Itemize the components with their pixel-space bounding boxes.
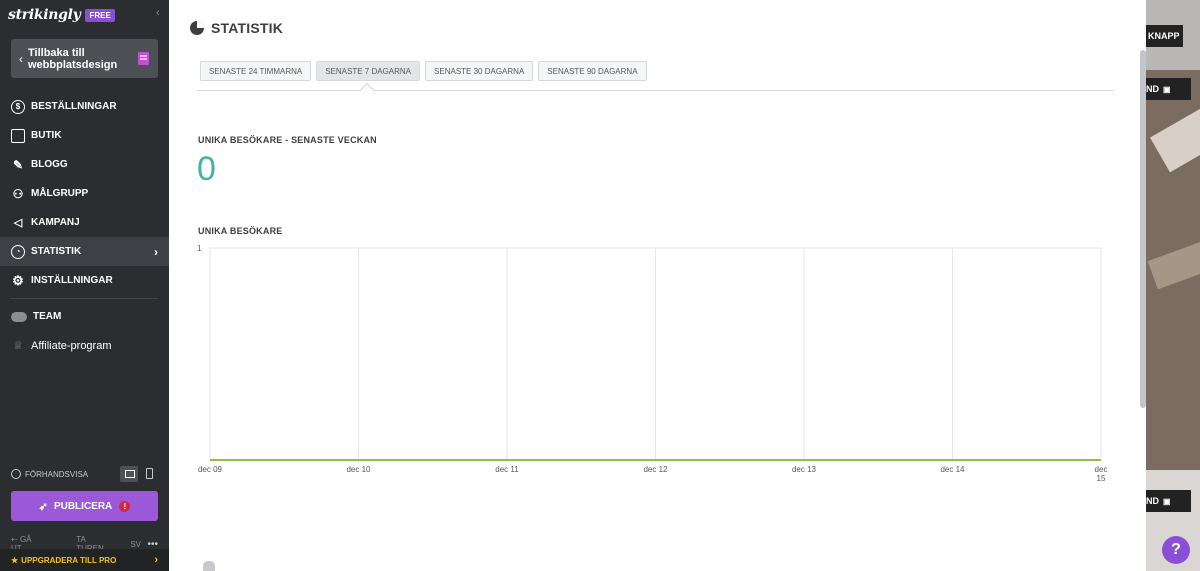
sidebar-item-affiliate[interactable]: ♕ Affiliate-program xyxy=(0,331,169,360)
upgrade-label: UPPGRADERA TILL PRO xyxy=(21,555,117,565)
tab-last-7-days[interactable]: SENASTE 7 DAGARNA xyxy=(316,61,421,81)
publish-button[interactable]: ➶ PUBLICERA ! xyxy=(11,491,158,521)
pen-icon: ✎ xyxy=(12,157,24,172)
star-icon: ★ xyxy=(11,555,19,565)
tabs-divider xyxy=(197,90,1114,91)
warning-icon: ! xyxy=(119,500,131,512)
active-tab-caret xyxy=(359,82,375,98)
megaphone-icon: ◁ xyxy=(13,217,23,229)
image-icon: ▣ xyxy=(1163,84,1171,94)
x-tick-label: dec 11 xyxy=(495,465,519,474)
sidebar-item-label: TEAM xyxy=(33,311,62,322)
sidebar-item-store[interactable]: BUTIK xyxy=(0,121,169,150)
dollar-icon: $ xyxy=(11,99,25,114)
sidebar-item-audience[interactable]: ⚇ MÅLGRUPP xyxy=(0,179,169,208)
sidebar-item-team[interactable]: TEAM xyxy=(0,302,169,331)
sidebar-item-label: STATISTIK xyxy=(31,246,82,257)
pie-chart-icon: ◔ xyxy=(11,244,25,259)
editor-bg-image xyxy=(1150,107,1200,173)
rocket-icon: ➶ xyxy=(38,500,48,513)
editor-bg-image xyxy=(1147,240,1200,290)
site-editor-background: KNAPP ND ▣ ND ▣ xyxy=(1146,0,1200,571)
x-tick-label: dec 12 xyxy=(643,465,668,474)
chevron-right-icon: › xyxy=(154,244,158,259)
nav-divider xyxy=(11,298,158,299)
x-tick-label: dec 13 xyxy=(792,465,817,474)
tab-last-90-days[interactable]: SENASTE 90 DAGARNA xyxy=(538,61,647,81)
tab-last-24-hours[interactable]: SENASTE 24 TIMMARNA xyxy=(200,61,312,81)
chevron-left-icon: ‹ xyxy=(19,51,23,66)
sidebar-item-settings[interactable]: ⚙ INSTÄLLNINGAR xyxy=(0,266,169,295)
x-tick-label: dec 10 xyxy=(346,465,371,474)
chevron-right-icon: › xyxy=(154,554,158,566)
publish-label: PUBLICERA xyxy=(53,500,113,512)
editor-button-bot-label: ND xyxy=(1146,496,1159,506)
mobile-preview-icon[interactable] xyxy=(146,468,153,479)
y-tick-label: 1 xyxy=(197,244,202,253)
brand: strikingly FREE xyxy=(8,6,115,24)
pie-chart-icon xyxy=(190,21,204,35)
x-tick-label: dec 14 xyxy=(940,465,965,474)
store-icon xyxy=(11,128,25,143)
sidebar-item-statistics[interactable]: ◔ STATISTIK › xyxy=(0,237,169,266)
back-button-label: Tillbaka till webbplatsdesign xyxy=(28,46,118,71)
strikingly-logo[interactable]: strikingly xyxy=(8,7,81,23)
sidebar-nav: $ BESTÄLLNINGAR BUTIK ✎ BLOGG ⚇ MÅLGRUPP… xyxy=(0,92,169,360)
team-icon xyxy=(11,311,27,322)
sidebar: strikingly FREE ‹ ‹ Tillbaka till webbpl… xyxy=(0,0,169,571)
search-icon xyxy=(11,469,21,479)
audience-icon: ⚇ xyxy=(12,186,24,201)
statistics-panel: STATISTIK SENASTE 24 TIMMARNA SENASTE 7 … xyxy=(169,0,1146,571)
editor-button-top[interactable]: KNAPP xyxy=(1146,25,1183,47)
desktop-preview-icon[interactable] xyxy=(120,466,138,482)
unique-visitors-week-value: 0 xyxy=(197,150,216,188)
x-tick-label: dec 09 xyxy=(198,465,223,474)
gear-icon: ⚙ xyxy=(12,272,24,288)
page-title: STATISTIK xyxy=(190,20,283,36)
editor-button-bot[interactable]: ND ▣ xyxy=(1146,490,1191,512)
preview-row: FÖRHANDSVISA xyxy=(11,466,158,482)
sidebar-item-blog[interactable]: ✎ BLOGG xyxy=(0,150,169,179)
editor-button-mid[interactable]: ND ▣ xyxy=(1146,78,1191,100)
collapse-sidebar-icon[interactable]: ‹ xyxy=(156,7,166,19)
back-to-design-button[interactable]: ‹ Tillbaka till webbplatsdesign xyxy=(11,39,158,78)
sidebar-item-label: BESTÄLLNINGAR xyxy=(31,101,117,112)
language-link[interactable]: SV xyxy=(130,540,141,549)
sidebar-item-label: MÅLGRUPP xyxy=(31,188,89,199)
sidebar-item-label: BLOGG xyxy=(31,159,68,170)
preview-label[interactable]: FÖRHANDSVISA xyxy=(25,470,88,479)
next-section-peek xyxy=(203,561,215,571)
upgrade-bar[interactable]: ★ UPPGRADERA TILL PRO › xyxy=(0,549,169,571)
image-icon: ▣ xyxy=(1163,496,1171,506)
sidebar-item-orders[interactable]: $ BESTÄLLNINGAR xyxy=(0,92,169,121)
more-icon[interactable]: ••• xyxy=(147,539,158,550)
sidebar-item-label: BUTIK xyxy=(31,130,62,141)
trophy-icon: ♕ xyxy=(13,340,23,352)
x-tick-label: dec 15 xyxy=(1095,465,1108,483)
unique-visitors-week-label: UNIKA BESÖKARE - SENASTE VECKAN xyxy=(198,135,377,145)
page-title-text: STATISTIK xyxy=(211,20,284,36)
plan-badge: FREE xyxy=(85,8,115,22)
sidebar-item-label: INSTÄLLNINGAR xyxy=(31,275,113,286)
site-icon xyxy=(138,52,149,65)
sidebar-item-campaign[interactable]: ◁ KAMPANJ xyxy=(0,208,169,237)
sidebar-item-label: KAMPANJ xyxy=(31,217,80,228)
tab-last-30-days[interactable]: SENASTE 30 DAGARNA xyxy=(425,61,534,81)
unique-visitors-chart-label: UNIKA BESÖKARE xyxy=(198,226,283,236)
sidebar-item-label: Affiliate-program xyxy=(31,339,112,352)
help-button[interactable]: ? xyxy=(1162,536,1190,564)
period-tabs: SENASTE 24 TIMMARNA SENASTE 7 DAGARNA SE… xyxy=(200,61,652,81)
unique-visitors-chart: 1 dec 09 dec 10 dec 11 dec 12 dec 13 dec 14 dec… xyxy=(197,244,1108,483)
editor-button-mid-label: ND xyxy=(1146,84,1159,94)
